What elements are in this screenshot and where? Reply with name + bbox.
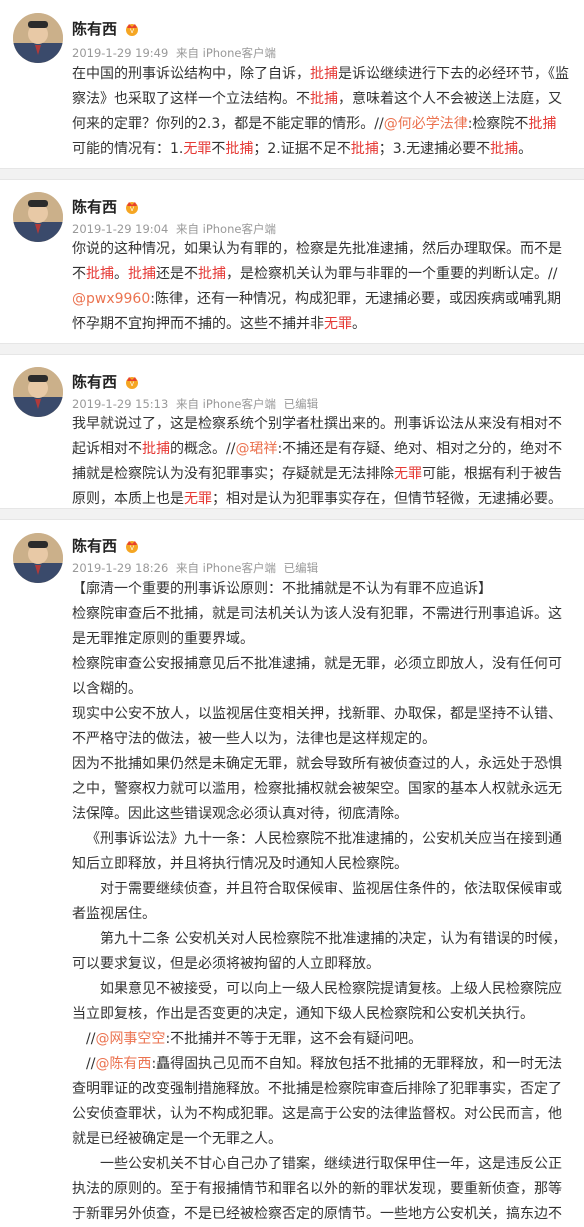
post-text: ；3.无逮捕必要不 — [378, 141, 491, 157]
user-name[interactable]: 陈有西 — [72, 196, 117, 217]
keyword-highlight[interactable]: 批捕 — [225, 141, 253, 157]
post-source: 来自 iPhone客户端 — [175, 222, 276, 236]
post-meta: 2019-1-29 18:26 来自 iPhone客户端 已编辑 — [72, 560, 322, 576]
keyword-highlight[interactable]: 批捕 — [310, 91, 338, 107]
mention-link[interactable]: @珺祥 — [235, 441, 277, 457]
keyword-highlight[interactable]: 批捕 — [490, 141, 518, 157]
keyword-highlight[interactable]: 无罪 — [183, 141, 211, 157]
keyword-highlight[interactable]: 批捕 — [528, 116, 556, 132]
keyword-highlight[interactable]: 批捕 — [310, 66, 338, 82]
post-text: ；相对是认为犯罪事实存在，但情节轻微，无逮捕必要。 — [212, 491, 562, 507]
vip-crown-icon: V — [126, 376, 139, 389]
post-body: 你说的这种情况，如果认为有罪的，检察是先批准逮捕，然后办理取保。而不是不批捕。批… — [72, 237, 570, 337]
post-text: ，是检察机关认为罪与非罪的一个重要的判断认定。// — [226, 266, 558, 282]
post-text: :检察院不 — [467, 116, 529, 132]
post-text: 检察院审查公安报捕意见后不批准逮捕，就是无罪，必须立即放人，没有任何可以含糊的。 — [72, 656, 562, 697]
keyword-highlight[interactable]: 无罪 — [184, 491, 212, 507]
post-paragraph: 检察院审查公安报捕意见后不批准逮捕，就是无罪，必须立即放人，没有任何可以含糊的。 — [72, 652, 572, 702]
weibo-post: 陈有西 V 2019-1-29 19:04 来自 iPhone客户端 你说的这种… — [0, 180, 584, 343]
post-meta: 2019-1-29 15:13 来自 iPhone客户端 已编辑 — [72, 396, 322, 412]
post-text: 现实中公安不放人，以监视居住变相关押，找新罪、办取保，都是坚持不认错、不严格守法… — [72, 706, 562, 747]
vip-crown-icon: V — [126, 201, 139, 214]
user-name[interactable]: 陈有西 — [72, 371, 117, 392]
keyword-highlight[interactable]: 批捕 — [351, 141, 379, 157]
keyword-highlight[interactable]: 无罪 — [324, 316, 352, 332]
post-source: 来自 iPhone客户端 — [175, 561, 276, 575]
post-text: 。 — [518, 141, 533, 157]
post-paragraph: //@网事空空:不批捕并不等于无罪，这不会有疑问吧。 — [72, 1027, 572, 1052]
post-paragraph: 在中国的刑事诉讼结构中，除了自诉，批捕是诉讼继续进行下去的必经环节，《监察法》也… — [72, 62, 570, 162]
post-body: 【廓清一个重要的刑事诉讼原则：不批捕就是不认为有罪不应追诉】检察院审查后不批捕，… — [72, 577, 572, 1227]
post-paragraph: 一些公安机关不甘心自己办了错案，继续进行取保甲住一年，这是违反公正执法的原则的。… — [72, 1152, 572, 1227]
post-text: 。 — [114, 266, 128, 282]
post-text: 因为不批捕如果仍然是未确定无罪，就会导致所有被侦查过的人，永远处于恐惧之中，警察… — [72, 756, 562, 822]
post-meta: 2019-1-29 19:04 来自 iPhone客户端 — [72, 221, 280, 237]
keyword-highlight[interactable]: 批捕 — [86, 266, 114, 282]
post-body: 在中国的刑事诉讼结构中，除了自诉，批捕是诉讼继续进行下去的必经环节，《监察法》也… — [72, 62, 570, 162]
post-meta: 2019-1-29 19:49 来自 iPhone客户端 — [72, 45, 280, 61]
post-paragraph: 如果意见不被接受，可以向上一级人民检察院提请复核。上级人民检察院应当立即复核，作… — [72, 977, 572, 1027]
post-time[interactable]: 2019-1-29 18:26 — [72, 561, 168, 575]
post-paragraph: 【廓清一个重要的刑事诉讼原则：不批捕就是不认为有罪不应追诉】 — [72, 577, 572, 602]
post-paragraph: 第九十二条 公安机关对人民检察院不批准逮捕的决定，认为有错误的时候，可以要求复议… — [72, 927, 572, 977]
post-time[interactable]: 2019-1-29 19:04 — [72, 222, 168, 236]
post-text: 不 — [211, 141, 226, 157]
user-name[interactable]: 陈有西 — [72, 535, 117, 556]
keyword-highlight[interactable]: 批捕 — [128, 266, 156, 282]
post-paragraph: 《刑事诉讼法》九十一条：人民检察院不批准逮捕的，公安机关应当在接到通知后立即释放… — [72, 827, 572, 877]
post-paragraph: 现实中公安不放人，以监视居住变相关押，找新罪、办取保，都是坚持不认错、不严格守法… — [72, 702, 572, 752]
post-separator — [0, 168, 584, 180]
post-text: 在中国的刑事诉讼结构中，除了自诉， — [72, 66, 310, 82]
post-time[interactable]: 2019-1-29 15:13 — [72, 397, 168, 411]
post-time[interactable]: 2019-1-29 19:49 — [72, 46, 168, 60]
post-text: ；2.证据不足不 — [253, 141, 351, 157]
post-text: 对于需要继续侦查，并且符合取保候审、监视居住条件的，依法取保候审或者监视居住。 — [72, 881, 562, 922]
post-separator — [0, 343, 584, 355]
post-text: 一些公安机关不甘心自己办了错案，继续进行取保甲住一年，这是违反公正执法的原则的。… — [72, 1156, 562, 1222]
post-text: :不批捕并不等于无罪，这不会有疑问吧。 — [165, 1031, 423, 1047]
avatar[interactable] — [13, 13, 63, 63]
post-text: 可能的情况有：1. — [72, 141, 184, 157]
post-text: 《刑事诉讼法》九十一条：人民检察院不批准逮捕的，公安机关应当在接到通知后立即释放… — [72, 831, 562, 872]
edited-label: 已编辑 — [283, 561, 319, 575]
post-source: 来自 iPhone客户端 — [175, 46, 276, 60]
post-text: 还是不 — [156, 266, 198, 282]
weibo-post: 陈有西 V 2019-1-29 18:26 来自 iPhone客户端 已编辑 【… — [0, 520, 584, 1222]
post-source: 来自 iPhone客户端 — [175, 397, 276, 411]
post-paragraph: 对于需要继续侦查，并且符合取保候审、监视居住条件的，依法取保候审或者监视居住。 — [72, 877, 572, 927]
vip-crown-icon: V — [126, 23, 139, 36]
avatar[interactable] — [13, 192, 63, 242]
post-text: 如果意见不被接受，可以向上一级人民检察院提请复核。上级人民检察院应当立即复核，作… — [72, 981, 562, 1022]
weibo-post: 陈有西 V 2019-1-29 19:49 来自 iPhone客户端 在中国的刑… — [0, 0, 584, 168]
keyword-highlight[interactable]: 批捕 — [142, 441, 170, 457]
post-paragraph: //@陈有西:矗得固执己见而不自知。释放包括不批捕的无罪释放，和一时无法查明罪证… — [72, 1052, 572, 1152]
vip-crown-icon: V — [126, 540, 139, 553]
post-paragraph: 因为不批捕如果仍然是未确定无罪，就会导致所有被侦查过的人，永远处于恐惧之中，警察… — [72, 752, 572, 827]
post-paragraph: 检察院审查后不批捕，就是司法机关认为该人没有犯罪，不需进行刑事追诉。这是无罪推定… — [72, 602, 572, 652]
post-text: 的概念。// — [170, 441, 236, 457]
mention-link[interactable]: @pwx9960 — [72, 291, 150, 307]
weibo-feed: 陈有西 V 2019-1-29 19:49 来自 iPhone客户端 在中国的刑… — [0, 0, 584, 1222]
post-text: 【廓清一个重要的刑事诉讼原则：不批捕就是不认为有罪不应追诉】 — [72, 581, 492, 597]
weibo-post: 陈有西 V 2019-1-29 15:13 来自 iPhone客户端 已编辑 我… — [0, 355, 584, 508]
post-body: 我早就说过了，这是检察系统个别学者杜撰出来的。刑事诉讼法从来没有相对不起诉相对不… — [72, 412, 570, 512]
mention-link[interactable]: @何必学法律 — [384, 116, 468, 132]
user-name[interactable]: 陈有西 — [72, 18, 117, 39]
post-paragraph: 我早就说过了，这是检察系统个别学者杜撰出来的。刑事诉讼法从来没有相对不起诉相对不… — [72, 412, 570, 512]
edited-label: 已编辑 — [283, 397, 319, 411]
keyword-highlight[interactable]: 批捕 — [198, 266, 226, 282]
post-paragraph: 你说的这种情况，如果认为有罪的，检察是先批准逮捕，然后办理取保。而不是不批捕。批… — [72, 237, 570, 337]
keyword-highlight[interactable]: 无罪 — [394, 466, 422, 482]
post-text: 。 — [352, 316, 366, 332]
post-text: 检察院审查后不批捕，就是司法机关认为该人没有犯罪，不需进行刑事追诉。这是无罪推定… — [72, 606, 562, 647]
avatar[interactable] — [13, 533, 63, 583]
mention-link[interactable]: @陈有西 — [95, 1056, 151, 1072]
mention-link[interactable]: @网事空空 — [95, 1031, 165, 1047]
post-text: 第九十二条 公安机关对人民检察院不批准逮捕的决定，认为有错误的时候，可以要求复议… — [72, 931, 567, 972]
avatar[interactable] — [13, 367, 63, 417]
